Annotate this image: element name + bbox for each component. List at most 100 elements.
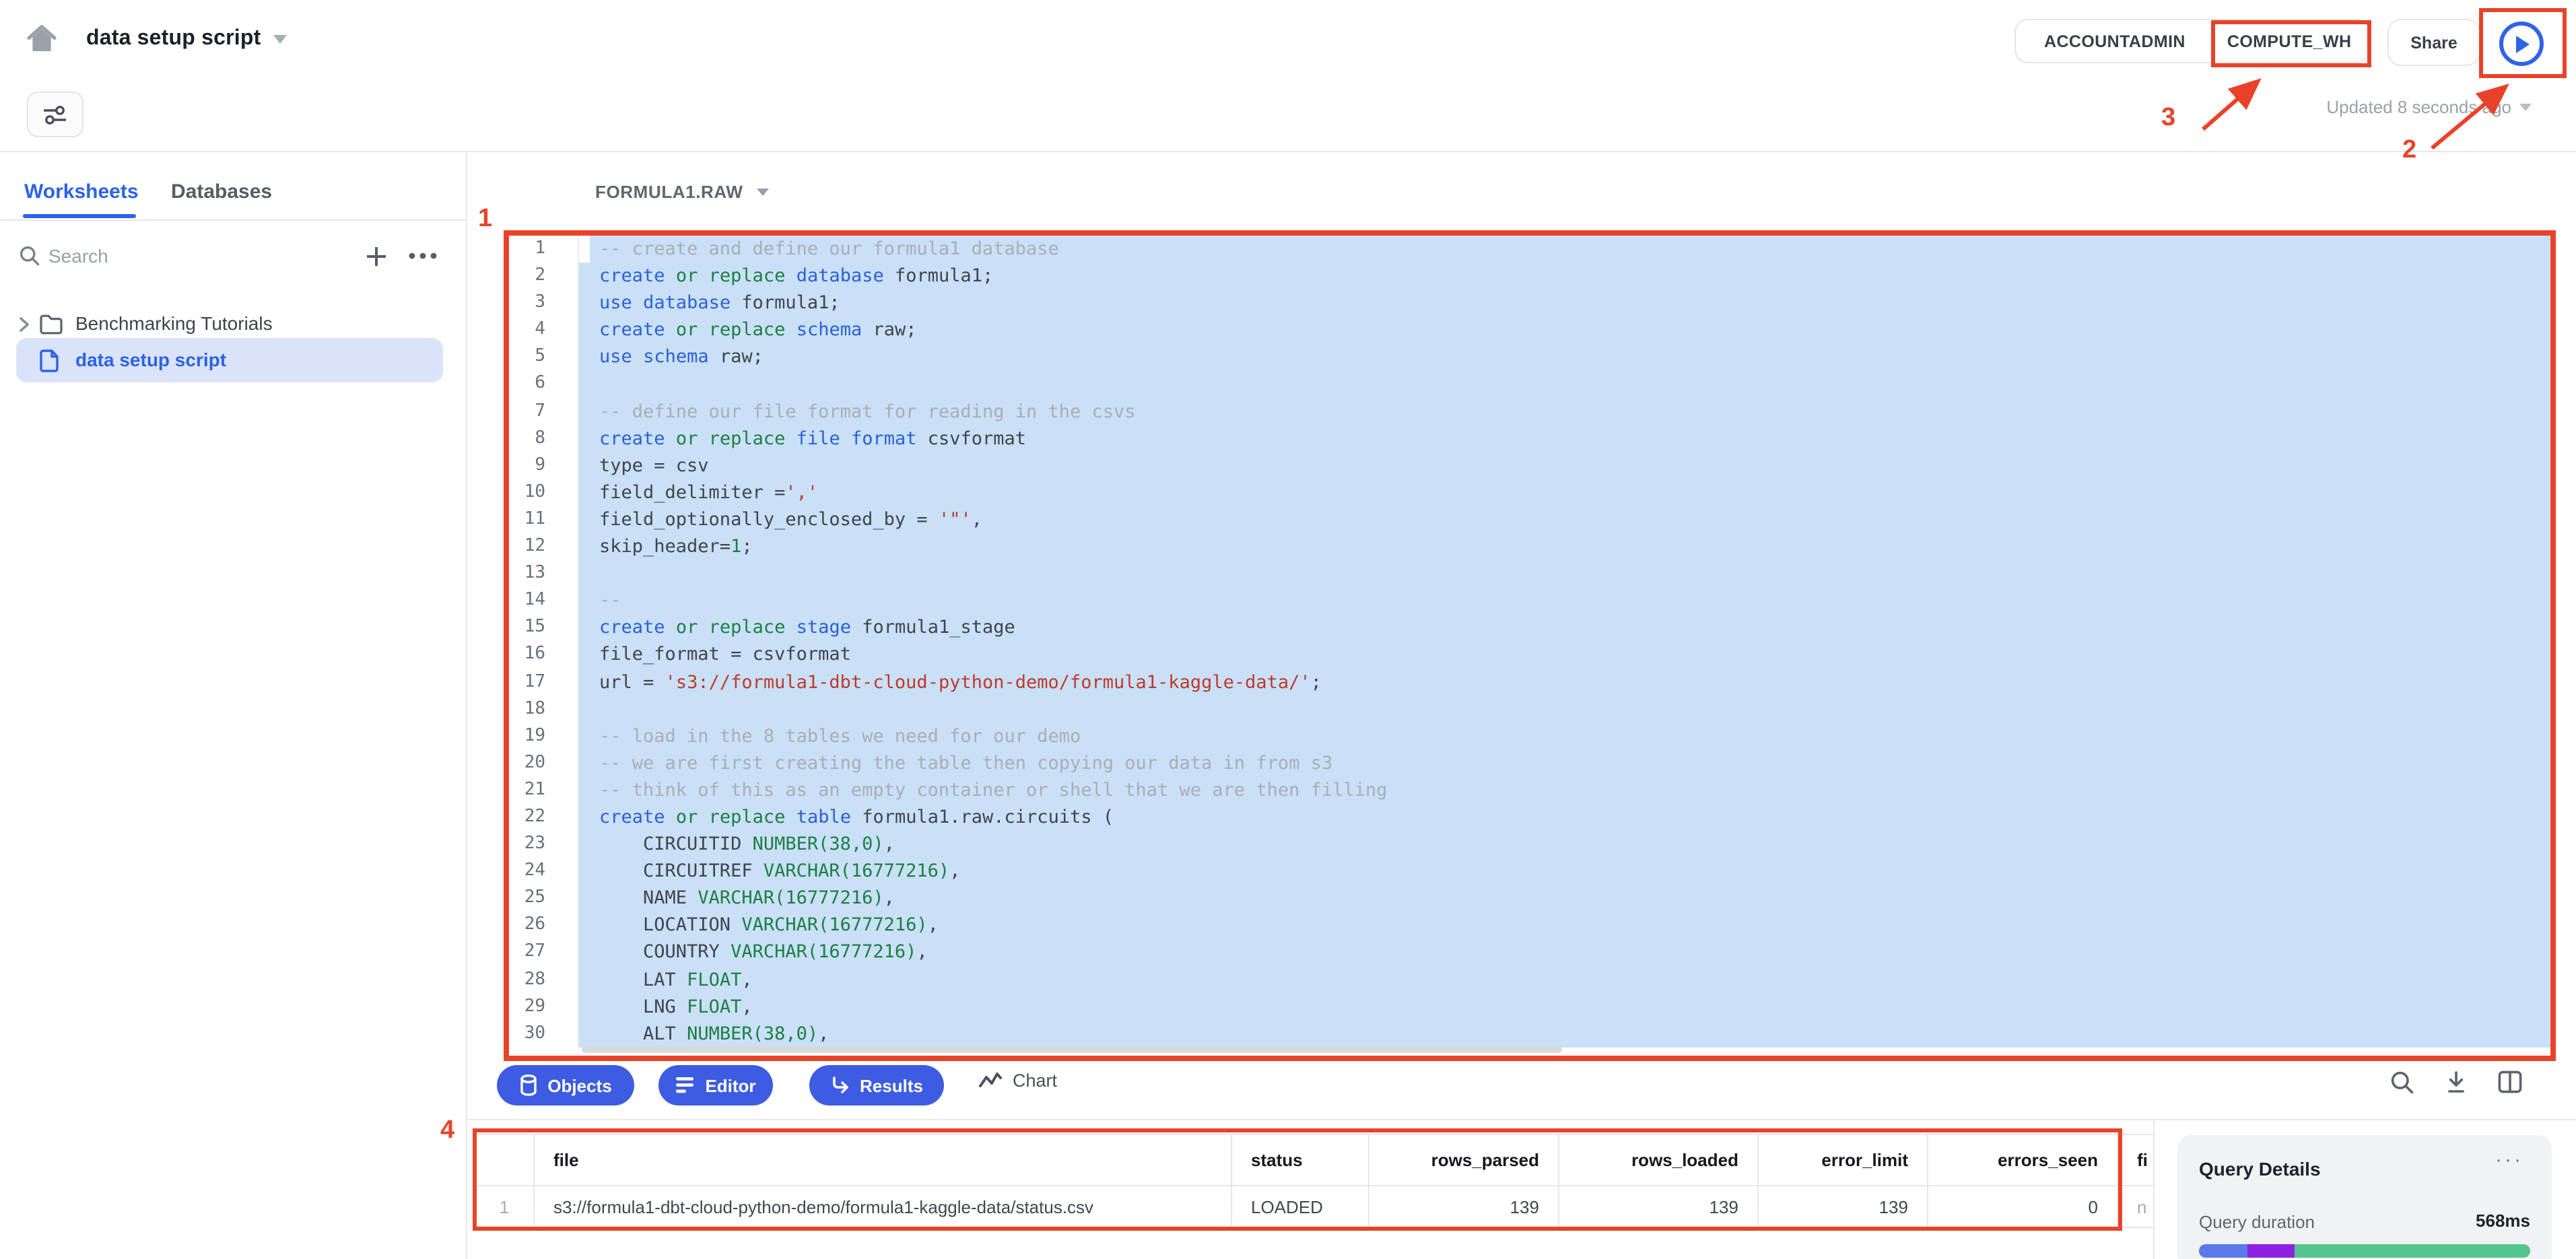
code-text[interactable] bbox=[579, 560, 2550, 587]
code-text[interactable]: -- think of this as an empty container o… bbox=[579, 777, 2550, 804]
updated-status[interactable]: Updated 8 seconds ago bbox=[2208, 97, 2532, 117]
editor-horizontal-scrollbar[interactable] bbox=[582, 1046, 1562, 1053]
code-text[interactable]: NAME VARCHAR(16777216), bbox=[579, 885, 2550, 912]
table-cell[interactable]: n bbox=[2118, 1186, 2153, 1227]
code-text[interactable]: -- define our file format for reading in… bbox=[579, 398, 2550, 425]
database-schema-context-dropdown[interactable]: FORMULA1.RAW bbox=[595, 182, 769, 202]
sidebar-search[interactable]: Search bbox=[0, 237, 466, 277]
code-text[interactable]: use schema raw; bbox=[579, 344, 2550, 371]
code-line[interactable]: 8create or replace file format csvformat bbox=[509, 425, 2550, 452]
toggle-objects-button[interactable]: Objects bbox=[497, 1065, 634, 1105]
code-text[interactable]: ALT NUMBER(38,0), bbox=[579, 1020, 2550, 1047]
code-text[interactable]: LNG FLOAT, bbox=[579, 993, 2550, 1020]
code-text[interactable]: create or replace table formula1.raw.cir… bbox=[579, 804, 2550, 831]
add-worksheet-icon[interactable] bbox=[365, 245, 388, 268]
code-text[interactable]: field_delimiter =',' bbox=[579, 479, 2550, 506]
column-header[interactable] bbox=[475, 1135, 535, 1186]
worksheet-filters-button[interactable] bbox=[27, 92, 83, 137]
code-line[interactable]: 4create or replace schema raw; bbox=[509, 317, 2550, 344]
code-text[interactable] bbox=[579, 371, 2550, 398]
code-text[interactable]: use database formula1; bbox=[579, 290, 2550, 316]
table-cell[interactable]: s3://formula1-dbt-cloud-python-demo/form… bbox=[535, 1186, 1232, 1227]
tab-databases[interactable]: Databases bbox=[171, 180, 272, 203]
toggle-editor-button[interactable]: Editor bbox=[658, 1065, 773, 1105]
table-cell[interactable]: 139 bbox=[1559, 1186, 1759, 1227]
code-text[interactable]: skip_header=1; bbox=[579, 533, 2550, 560]
column-header[interactable]: status bbox=[1232, 1135, 1369, 1186]
search-results-icon[interactable] bbox=[2390, 1070, 2414, 1095]
code-line[interactable]: 29 LNG FLOAT, bbox=[509, 993, 2550, 1020]
code-text[interactable]: -- load in the 8 tables we need for our … bbox=[579, 722, 2550, 749]
code-text[interactable]: type = csv bbox=[579, 452, 2550, 479]
query-details-menu-icon[interactable]: ··· bbox=[2495, 1149, 2523, 1171]
code-line[interactable]: 9type = csv bbox=[509, 452, 2550, 479]
code-line[interactable]: 14-- bbox=[509, 587, 2550, 614]
table-cell[interactable]: 139 bbox=[1759, 1186, 1928, 1227]
code-line[interactable]: 3use database formula1; bbox=[509, 290, 2550, 316]
code-text[interactable]: CIRCUITREF VARCHAR(16777216), bbox=[579, 858, 2550, 885]
toggle-results-button[interactable]: Results bbox=[809, 1065, 944, 1105]
code-line[interactable]: 18 bbox=[509, 695, 2550, 722]
code-line[interactable]: 5use schema raw; bbox=[509, 344, 2550, 371]
sql-editor[interactable]: 1-- create and define our formula1 datab… bbox=[509, 236, 2550, 1048]
worksheet-title-dropdown[interactable]: data setup script bbox=[86, 27, 286, 51]
search-input[interactable]: Search bbox=[48, 245, 108, 267]
code-line[interactable]: 17url = 's3://formula1-dbt-cloud-python-… bbox=[509, 669, 2550, 695]
code-line[interactable]: 23 CIRCUITID NUMBER(38,0), bbox=[509, 831, 2550, 858]
code-line[interactable]: 21-- think of this as an empty container… bbox=[509, 777, 2550, 804]
code-text[interactable]: field_optionally_enclosed_by = '"', bbox=[579, 506, 2550, 533]
toggle-chart-button[interactable]: Chart bbox=[979, 1070, 1057, 1091]
code-text[interactable] bbox=[579, 695, 2550, 722]
code-line[interactable]: 12skip_header=1; bbox=[509, 533, 2550, 560]
column-header[interactable]: fi bbox=[2118, 1135, 2153, 1186]
more-options-icon[interactable] bbox=[408, 252, 438, 260]
code-line[interactable]: 11field_optionally_enclosed_by = '"', bbox=[509, 506, 2550, 533]
code-line[interactable]: 6 bbox=[509, 371, 2550, 398]
row-number[interactable]: 1 bbox=[475, 1186, 535, 1227]
table-cell[interactable]: LOADED bbox=[1232, 1186, 1369, 1227]
share-button[interactable]: Share bbox=[2387, 19, 2480, 66]
context-role-warehouse-selector[interactable]: ACCOUNTADMIN COMPUTE_WH bbox=[2014, 19, 2370, 63]
code-line[interactable]: 2create or replace database formula1; bbox=[509, 263, 2550, 290]
code-text[interactable]: create or replace file format csvformat bbox=[579, 425, 2550, 452]
code-line[interactable]: 26 LOCATION VARCHAR(16777216), bbox=[509, 912, 2550, 939]
code-text[interactable]: -- create and define our formula1 databa… bbox=[579, 236, 2550, 263]
run-button[interactable] bbox=[2495, 18, 2548, 70]
code-line[interactable]: 22create or replace table formula1.raw.c… bbox=[509, 804, 2550, 831]
code-text[interactable]: COUNTRY VARCHAR(16777216), bbox=[579, 939, 2550, 966]
code-text[interactable]: create or replace schema raw; bbox=[579, 317, 2550, 344]
code-text[interactable]: -- bbox=[579, 587, 2550, 614]
split-panel-icon[interactable] bbox=[2498, 1070, 2522, 1093]
sidebar-item-selected-worksheet[interactable]: data setup script bbox=[16, 338, 443, 382]
column-header[interactable]: rows_loaded bbox=[1559, 1135, 1759, 1186]
code-line[interactable]: 7-- define our file format for reading i… bbox=[509, 398, 2550, 425]
code-line[interactable]: 1-- create and define our formula1 datab… bbox=[509, 236, 2550, 263]
column-header[interactable]: rows_parsed bbox=[1369, 1135, 1559, 1186]
download-icon[interactable] bbox=[2444, 1070, 2468, 1095]
code-line[interactable]: 28 LAT FLOAT, bbox=[509, 966, 2550, 993]
code-line[interactable]: 27 COUNTRY VARCHAR(16777216), bbox=[509, 939, 2550, 966]
code-line[interactable]: 25 NAME VARCHAR(16777216), bbox=[509, 885, 2550, 912]
tab-worksheets[interactable]: Worksheets bbox=[24, 180, 139, 203]
code-text[interactable]: LOCATION VARCHAR(16777216), bbox=[579, 912, 2550, 939]
code-text[interactable]: url = 's3://formula1-dbt-cloud-python-de… bbox=[579, 669, 2550, 695]
code-text[interactable]: file_format = csvformat bbox=[579, 642, 2550, 669]
code-line[interactable]: 20-- we are first creating the table the… bbox=[509, 750, 2550, 777]
code-line[interactable]: 30 ALT NUMBER(38,0), bbox=[509, 1020, 2550, 1047]
column-header[interactable]: error_limit bbox=[1759, 1135, 1928, 1186]
code-line[interactable]: 15create or replace stage formula1_stage bbox=[509, 615, 2550, 642]
column-header[interactable]: errors_seen bbox=[1928, 1135, 2118, 1186]
code-text[interactable]: CIRCUITID NUMBER(38,0), bbox=[579, 831, 2550, 858]
table-cell[interactable]: 139 bbox=[1369, 1186, 1559, 1227]
code-line[interactable]: 10field_delimiter =',' bbox=[509, 479, 2550, 506]
table-cell[interactable]: 0 bbox=[1928, 1186, 2118, 1227]
code-text[interactable]: create or replace stage formula1_stage bbox=[579, 615, 2550, 642]
code-text[interactable]: create or replace database formula1; bbox=[579, 263, 2550, 290]
code-line[interactable]: 13 bbox=[509, 560, 2550, 587]
code-text[interactable]: -- we are first creating the table then … bbox=[579, 750, 2550, 777]
code-line[interactable]: 16file_format = csvformat bbox=[509, 642, 2550, 669]
home-icon[interactable] bbox=[24, 22, 59, 57]
code-line[interactable]: 19-- load in the 8 tables we need for ou… bbox=[509, 722, 2550, 749]
code-line[interactable]: 24 CIRCUITREF VARCHAR(16777216), bbox=[509, 858, 2550, 885]
code-text[interactable]: LAT FLOAT, bbox=[579, 966, 2550, 993]
